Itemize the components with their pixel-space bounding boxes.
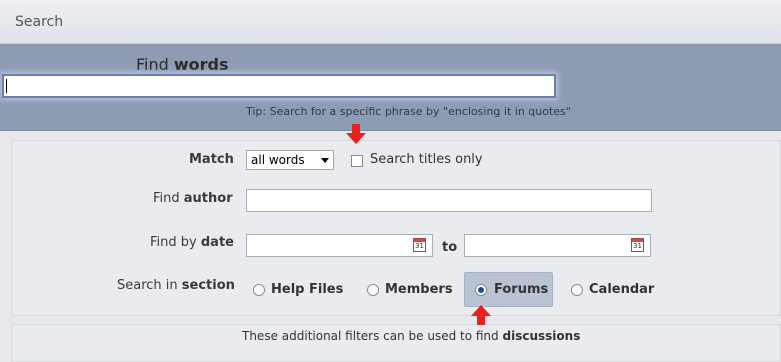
find-date-label-prefix: Find by <box>150 235 197 250</box>
filters-text-main: These additional filters can be used to … <box>242 329 499 343</box>
search-in-section-label: Search in section <box>117 278 235 293</box>
find-author-label: Find author <box>153 191 233 206</box>
find-author-label-prefix: Find <box>153 191 180 206</box>
find-words-label-bold: words <box>173 55 229 74</box>
date-to-input[interactable] <box>464 234 651 257</box>
dropdown-arrow-icon <box>321 158 329 163</box>
radio-forums[interactable] <box>475 284 487 296</box>
text-caret <box>6 79 7 93</box>
author-input[interactable] <box>246 189 652 212</box>
calendar-icon[interactable] <box>413 238 426 252</box>
red-arrow-down-icon <box>346 124 366 144</box>
radio-help-files[interactable] <box>253 284 265 296</box>
radio-members-label[interactable]: Members <box>385 282 453 297</box>
titles-only-label[interactable]: Search titles only <box>370 152 483 167</box>
section-label-prefix: Search in <box>117 278 178 293</box>
match-select-value: all words <box>251 153 305 167</box>
search-options-panel: Match all words Search titles only Find … <box>11 140 781 316</box>
date-to-label: to <box>442 240 458 255</box>
find-words-input[interactable] <box>2 74 556 98</box>
find-words-panel: Find words Tip: Search for a specific ph… <box>0 44 781 131</box>
calendar-icon[interactable] <box>631 238 644 252</box>
section-label-bold: section <box>181 278 235 293</box>
radio-calendar[interactable] <box>571 284 583 296</box>
red-arrow-up-icon <box>471 305 491 325</box>
find-date-label: Find by date <box>150 235 234 250</box>
radio-calendar-label[interactable]: Calendar <box>589 282 654 297</box>
radio-help-files-label[interactable]: Help Files <box>271 282 343 297</box>
titles-only-checkbox[interactable] <box>351 155 363 167</box>
radio-forums-label[interactable]: Forums <box>494 282 548 297</box>
date-from-input[interactable] <box>246 234 433 257</box>
match-select[interactable]: all words <box>246 150 334 170</box>
find-words-label-prefix: Find <box>136 55 169 74</box>
find-author-label-bold: author <box>183 191 233 206</box>
search-page: Search Find words Tip: Search for a spec… <box>0 0 781 362</box>
match-label-text: Match <box>189 152 234 167</box>
additional-filters-panel: These additional filters can be used to … <box>11 324 781 362</box>
page-title: Search <box>15 14 64 30</box>
radio-members[interactable] <box>367 284 379 296</box>
additional-filters-text: These additional filters can be used to … <box>242 329 580 343</box>
find-date-label-bold: date <box>200 235 234 250</box>
find-words-label: Find words <box>136 55 229 74</box>
title-bar: Search <box>0 0 781 44</box>
search-tip: Tip: Search for a specific phrase by "en… <box>246 105 571 118</box>
match-label: Match <box>189 152 234 167</box>
filters-text-bold: discussions <box>502 329 581 343</box>
